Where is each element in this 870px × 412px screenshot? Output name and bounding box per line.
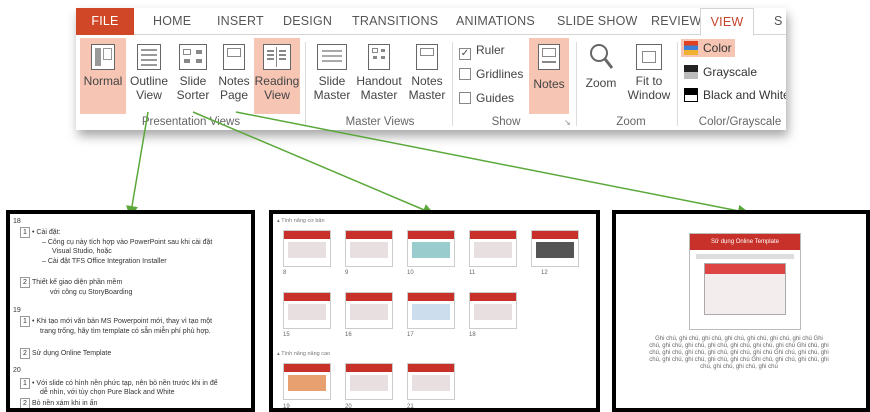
slide-number: 18 bbox=[469, 332, 476, 338]
notes-text: Ghi chú, ghi chú, ghi chú, ghi chú, ghi … bbox=[649, 336, 829, 370]
slide-thumbnail[interactable] bbox=[283, 363, 331, 400]
slide-thumbnail[interactable] bbox=[345, 363, 393, 400]
slide-number: 11 bbox=[469, 270, 476, 276]
slide-number: 19 bbox=[283, 404, 290, 410]
outline-line: – Công cụ này tích hợp vào PowerPoint sa… bbox=[42, 239, 213, 246]
slide-thumbnail[interactable] bbox=[531, 230, 579, 267]
notes-page-slide: Sử dụng Online Template bbox=[689, 233, 801, 330]
level-badge: 1 bbox=[20, 227, 30, 238]
outline-line: • Cài đặt: bbox=[32, 229, 61, 236]
screenshot-image bbox=[704, 263, 786, 315]
slide-number: 8 bbox=[283, 270, 287, 276]
outline-line: Visual Studio, hoặc bbox=[52, 248, 112, 255]
outline-line: • Với slide có hình nền phức tạp, nên bỏ… bbox=[32, 380, 218, 387]
slide-thumbnail[interactable] bbox=[407, 363, 455, 400]
slide-number: 10 bbox=[407, 270, 414, 276]
outline-line: Bỏ nền xám khi in ấn bbox=[32, 400, 98, 407]
slide-number: 21 bbox=[407, 404, 414, 410]
slide-number: 18 bbox=[13, 218, 21, 225]
slide-thumbnail[interactable] bbox=[407, 292, 455, 329]
level-badge: 2 bbox=[20, 348, 30, 359]
slide-thumbnail[interactable] bbox=[345, 230, 393, 267]
slide-thumbnail[interactable] bbox=[407, 230, 455, 267]
section-header: ▴ Tính năng nâng cao bbox=[277, 351, 331, 357]
section-header: ▴ Tính năng cơ bản bbox=[277, 218, 325, 224]
notes-slide-title: Sử dụng Online Template bbox=[690, 234, 800, 250]
outline-line: với công cụ StoryBoarding bbox=[50, 289, 133, 296]
slide-sorter-panel: ▴ Tính năng cơ bản 8 9 10 11 12 15 16 17… bbox=[269, 210, 600, 412]
slide-number: 20 bbox=[345, 404, 352, 410]
notes-page-panel: Sử dụng Online Template Ghi chú, ghi chú… bbox=[612, 210, 870, 412]
outline-line: dễ nhìn, với tùy chọn Pure Black and Whi… bbox=[40, 389, 175, 396]
slide-thumbnail[interactable] bbox=[469, 292, 517, 329]
outline-view-panel: 18 1 • Cài đặt: – Công cụ này tích hợp v… bbox=[6, 210, 255, 412]
arrow-outline bbox=[126, 111, 149, 218]
slide-thumbnail[interactable] bbox=[283, 292, 331, 329]
slide-number: 15 bbox=[283, 332, 290, 338]
slide-number: 9 bbox=[345, 270, 349, 276]
placeholder-line bbox=[696, 254, 794, 259]
outline-line: trang trống, hãy tìm template có sẵn miễ… bbox=[40, 328, 211, 335]
slide-thumbnail[interactable] bbox=[283, 230, 331, 267]
slide-number: 17 bbox=[407, 332, 414, 338]
slide-thumbnail[interactable] bbox=[345, 292, 393, 329]
level-badge: 1 bbox=[20, 316, 30, 327]
level-badge: 2 bbox=[20, 398, 30, 408]
outline-line: Sử dụng Online Template bbox=[32, 350, 112, 357]
slide-number: 16 bbox=[345, 332, 352, 338]
slide-number: 12 bbox=[541, 270, 548, 276]
level-badge: 2 bbox=[20, 277, 30, 288]
outline-line: – Cài đặt TFS Office Integration Install… bbox=[42, 258, 167, 265]
outline-line: Thiết kế giao diện phần mềm bbox=[32, 279, 123, 286]
level-badge: 1 bbox=[20, 378, 30, 389]
slide-number: 20 bbox=[13, 367, 21, 374]
outline-line: • Khi tạo mới văn bản MS Powerpoint mới,… bbox=[32, 318, 213, 325]
slide-number: 19 bbox=[13, 307, 21, 314]
slide-thumbnail[interactable] bbox=[469, 230, 517, 267]
